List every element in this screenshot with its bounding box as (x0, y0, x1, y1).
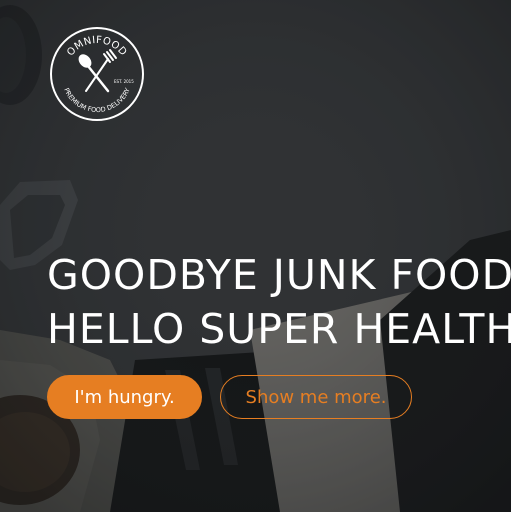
logo-tagline: PREMIUM FOOD DELIVERY (62, 87, 131, 114)
im-hungry-button[interactable]: I'm hungry. (47, 375, 202, 419)
headline-line-2: HELLO SUPER HEALTHY MEALS. (47, 305, 511, 353)
show-me-more-button[interactable]: Show me more. (220, 375, 412, 419)
omnifood-logo[interactable]: OMNIFOOD PREMIUM FOOD DELIVERY EST. 2015 (48, 25, 146, 123)
logo-est: EST. 2015 (114, 79, 134, 84)
headline-line-1: GOODBYE JUNK FOOD. (47, 251, 511, 299)
spoon-icon (78, 54, 110, 93)
svg-text:PREMIUM FOOD DELIVERY: PREMIUM FOOD DELIVERY (62, 87, 131, 114)
hero-section: OMNIFOOD PREMIUM FOOD DELIVERY EST. 2015… (0, 0, 511, 512)
logo-brand: OMNIFOOD (65, 35, 128, 58)
svg-text:OMNIFOOD: OMNIFOOD (65, 35, 129, 58)
hero-headline: GOODBYE JUNK FOOD. HELLO SUPER HEALTHY M… (47, 248, 511, 356)
